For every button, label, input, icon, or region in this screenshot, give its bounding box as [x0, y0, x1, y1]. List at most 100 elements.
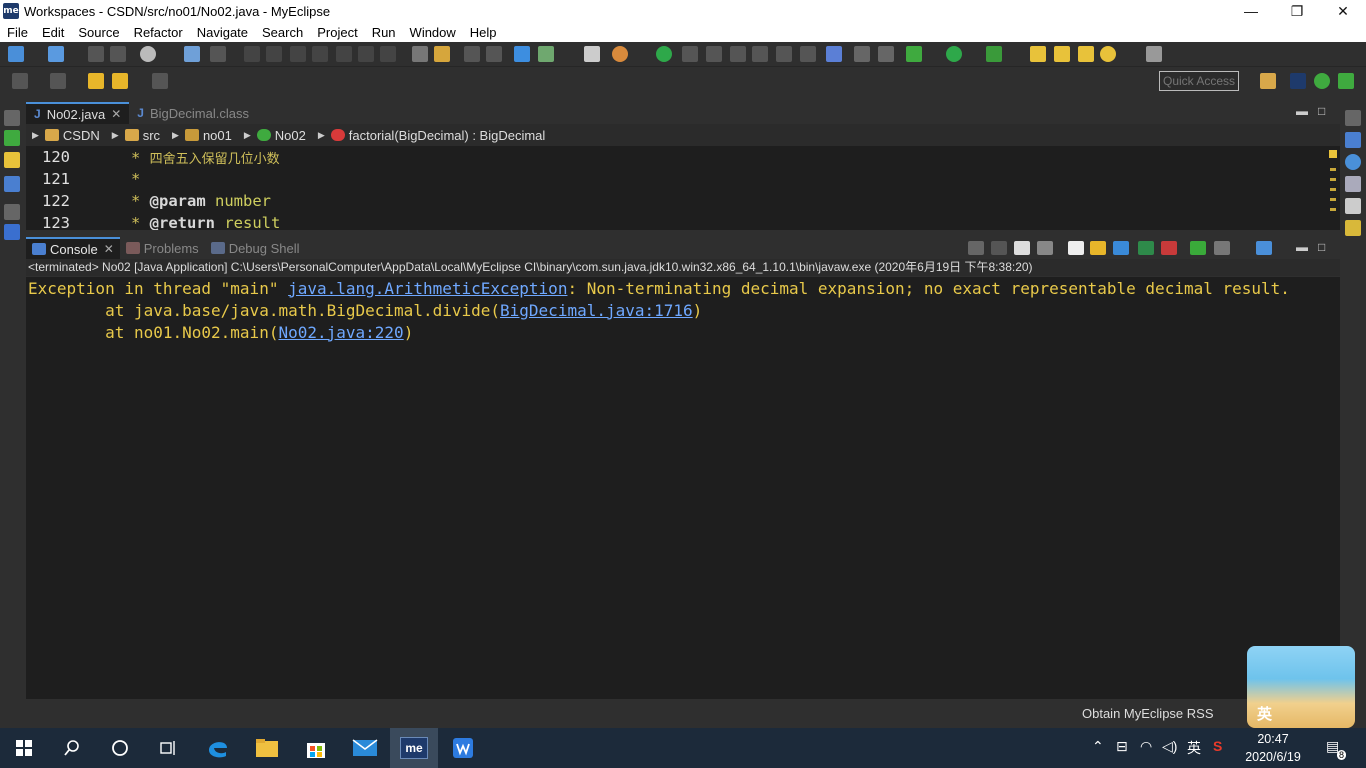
minimized-view-icon[interactable]	[4, 204, 20, 220]
server-icon[interactable]	[538, 46, 554, 62]
power-icon[interactable]	[656, 46, 672, 62]
stop-icon[interactable]	[991, 241, 1007, 255]
menu-edit[interactable]: Edit	[35, 25, 71, 40]
package-explorer-icon[interactable]	[4, 152, 20, 168]
hierarchy-icon[interactable]	[1345, 132, 1361, 148]
java-perspective-icon[interactable]	[1314, 73, 1330, 89]
menu-search[interactable]: Search	[255, 25, 310, 40]
clear-console-icon[interactable]	[1068, 241, 1084, 255]
annotation-icon[interactable]	[1146, 46, 1162, 62]
input-language[interactable]: 英	[1187, 738, 1201, 758]
minimize-editor-icon[interactable]: ▬	[1296, 104, 1308, 118]
deploy-icon[interactable]	[514, 46, 530, 62]
back-arrow-icon[interactable]	[112, 73, 128, 89]
javascript-icon[interactable]	[1345, 220, 1361, 236]
menu-navigate[interactable]: Navigate	[190, 25, 255, 40]
tab-debug-shell[interactable]: Debug Shell	[205, 237, 306, 259]
console-output[interactable]: Exception in thread "main" java.lang.Ari…	[26, 277, 1340, 699]
close-tab-icon[interactable]: ✕	[104, 242, 114, 256]
store-button[interactable]	[292, 728, 340, 768]
menu-source[interactable]: Source	[71, 25, 126, 40]
pin-console-icon[interactable]	[1190, 241, 1206, 255]
tab-no02-java[interactable]: J No02.java ✕	[26, 102, 130, 124]
myeclipse-perspective-icon[interactable]	[1290, 73, 1306, 89]
properties-icon[interactable]	[1345, 198, 1361, 214]
skip-breakpoints-icon[interactable]	[210, 46, 226, 62]
remove-launch-icon[interactable]	[1014, 241, 1030, 255]
network-adapter-icon[interactable]: ⊟	[1116, 738, 1128, 755]
search-icon[interactable]	[1100, 46, 1116, 62]
step-into-icon[interactable]	[336, 46, 352, 62]
file-explorer-button[interactable]	[243, 728, 291, 768]
restore-right-icon[interactable]	[1345, 110, 1361, 126]
forward-arrow-icon[interactable]	[152, 73, 168, 89]
resume-icon[interactable]	[244, 46, 260, 62]
last-edit-icon[interactable]	[88, 73, 104, 89]
expand-icon[interactable]	[730, 46, 746, 62]
format-icon[interactable]	[682, 46, 698, 62]
tab-problems[interactable]: Problems	[120, 237, 205, 259]
sogou-ime-icon[interactable]: S	[1213, 738, 1222, 754]
debug-icon[interactable]	[906, 46, 922, 62]
undo-icon[interactable]	[464, 46, 480, 62]
open-task-icon[interactable]	[1078, 46, 1094, 62]
exception-link[interactable]: java.lang.ArithmeticException	[288, 279, 567, 298]
search-button[interactable]	[48, 728, 96, 768]
overview-ruler[interactable]	[1329, 150, 1339, 220]
drop-to-frame-icon[interactable]	[412, 46, 428, 62]
debug-perspective-icon[interactable]	[1338, 73, 1354, 89]
open-folder-icon[interactable]	[854, 46, 870, 62]
word-wrap-icon[interactable]	[1113, 241, 1129, 255]
run-icon[interactable]	[946, 46, 962, 62]
ime-skin-widget[interactable]: 英	[1247, 646, 1355, 728]
debug-view-icon[interactable]	[4, 130, 20, 146]
block-select-icon[interactable]	[776, 46, 792, 62]
edge-button[interactable]	[194, 728, 242, 768]
relaunch-icon[interactable]	[968, 241, 984, 255]
pin-icon[interactable]	[50, 73, 66, 89]
run-config-icon[interactable]	[986, 46, 1002, 62]
camera-icon[interactable]	[878, 46, 894, 62]
wps-button[interactable]	[439, 728, 487, 768]
warning-marker-icon[interactable]	[1329, 150, 1337, 158]
open-console-icon[interactable]	[1256, 241, 1272, 255]
history-icon[interactable]	[12, 73, 28, 89]
pilcrow-icon[interactable]	[800, 46, 816, 62]
tab-bigdecimal-class[interactable]: J BigDecimal.class	[129, 102, 257, 124]
breadcrumb-package[interactable]: no01	[184, 128, 232, 143]
outline-icon[interactable]	[826, 46, 842, 62]
breadcrumb-project[interactable]: CSDN	[44, 128, 100, 143]
wifi-icon[interactable]: ◠	[1140, 738, 1152, 755]
code-editor[interactable]: 120 * 四舍五入保留几位小数 121 * 122 * @param numb…	[26, 146, 1340, 230]
maximize-console-icon[interactable]: □	[1318, 240, 1325, 254]
close-tab-icon[interactable]: ✕	[111, 107, 121, 121]
disconnect-icon[interactable]	[312, 46, 328, 62]
breadcrumb-src[interactable]: src	[124, 128, 160, 143]
task-view-button[interactable]	[144, 728, 192, 768]
edit-icon[interactable]	[706, 46, 722, 62]
restore-button[interactable]: ❐	[1274, 0, 1320, 22]
remove-all-icon[interactable]	[1037, 241, 1053, 255]
use-step-filters-icon[interactable]	[434, 46, 450, 62]
step-over-icon[interactable]	[358, 46, 374, 62]
outline-view-icon[interactable]	[4, 176, 20, 192]
step-return-icon[interactable]	[380, 46, 396, 62]
menu-project[interactable]: Project	[310, 25, 364, 40]
breadcrumb-class[interactable]: No02	[256, 128, 306, 143]
coverage-icon[interactable]	[584, 46, 600, 62]
menu-window[interactable]: Window	[403, 25, 463, 40]
restore-view-icon[interactable]	[4, 110, 20, 126]
start-button[interactable]	[0, 728, 48, 768]
maximize-editor-icon[interactable]: □	[1318, 104, 1325, 118]
redo-icon[interactable]	[486, 46, 502, 62]
open-type-icon[interactable]	[1030, 46, 1046, 62]
menu-run[interactable]: Run	[365, 25, 403, 40]
terminate-icon[interactable]	[290, 46, 306, 62]
open-perspective-icon[interactable]	[1260, 73, 1276, 89]
volume-icon[interactable]: ◁)	[1162, 738, 1177, 755]
cortana-button[interactable]	[96, 728, 144, 768]
new-icon[interactable]	[8, 46, 24, 62]
suspend-icon[interactable]	[266, 46, 282, 62]
stack-trace-link[interactable]: No02.java:220	[278, 323, 403, 342]
show-hidden-icons-icon[interactable]: ⌃	[1092, 738, 1104, 755]
